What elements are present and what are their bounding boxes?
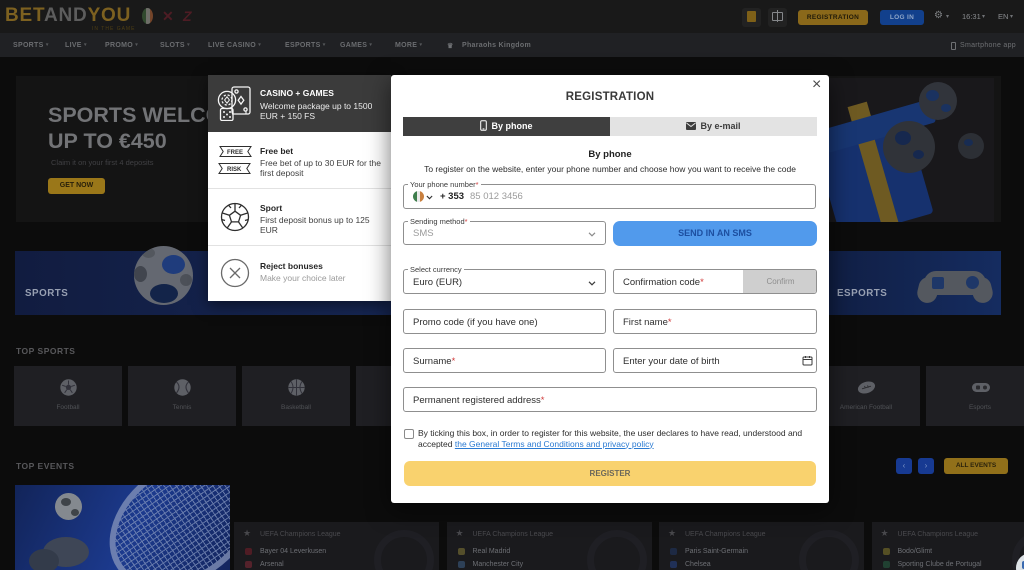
svg-text:RISK: RISK xyxy=(227,167,242,173)
svg-text:FREE: FREE xyxy=(227,150,243,156)
